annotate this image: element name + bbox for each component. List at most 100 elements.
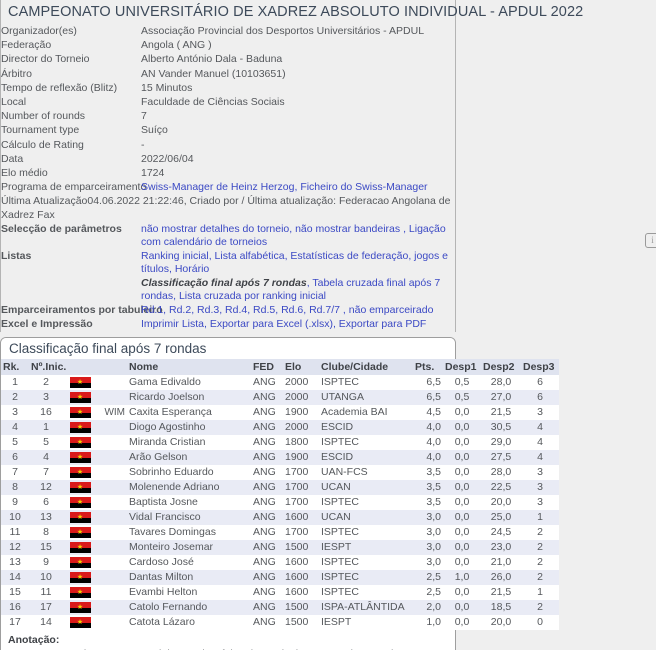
cell-club: ISPA-ATLÂNTIDA (319, 600, 413, 616)
cell-desp3: 4 (521, 435, 559, 451)
cell-player-name[interactable]: Miranda Cristian (127, 435, 251, 451)
table-row[interactable]: 14 10 ★ Dantas Milton ANG 1600 ISPTEC 2,5 1,0 26,… (1, 570, 559, 586)
angola-flag-icon: ★ (69, 512, 91, 524)
cell-elo: 1800 (283, 435, 319, 451)
current-list-link[interactable]: Classificação final após 7 rondas (141, 277, 307, 289)
info-label: Organizador(es) (1, 25, 77, 37)
cell-federation: ANG (251, 480, 283, 496)
cell-elo: 1500 (283, 540, 319, 556)
cell-federation: ANG (251, 435, 283, 451)
cell-player-name[interactable]: Molenende Adriano (127, 480, 251, 496)
cell-player-name[interactable]: Evambi Helton (127, 585, 251, 601)
cell-federation: ANG (251, 600, 283, 616)
column-header-start-number[interactable]: Nº.Inic. (29, 359, 66, 376)
cell-elo: 1700 (283, 525, 319, 541)
pairings-row: Emparceiramentos por tabuleiro Rd.1, Rd.2… (1, 304, 455, 318)
cell-start-number: 14 (29, 615, 63, 631)
excel-print-label: Excel e Impressão (1, 318, 93, 331)
table-row[interactable]: 10 13 ★ Vidal Francisco ANG 1600 UCAN 3,0 0,0 25,… (1, 510, 559, 526)
cell-rank: 10 (1, 510, 29, 526)
cell-desp2: 26,0 (481, 570, 521, 586)
tournament-info-table: Organizador(es) Associação Provincial dos… (1, 25, 455, 332)
parameters-value[interactable]: não mostrar detalhes do torneio, não mos… (141, 223, 455, 250)
cell-elo: 1700 (283, 495, 319, 511)
table-row[interactable]: 6 4 ★ Arão Gelson ANG 1900 ESCID 4,0 0,0 27,5 4 (1, 450, 559, 466)
column-header-name[interactable]: Nome (127, 359, 251, 376)
column-header-rank[interactable]: Rk. (1, 359, 29, 376)
column-header-desp1[interactable]: Desp1 (443, 359, 481, 376)
cell-player-name[interactable]: Baptista Josne (127, 495, 251, 511)
pairing-program-links[interactable]: Swiss-Manager de Heinz Herzog, Ficheiro … (141, 181, 455, 195)
cell-federation: ANG (251, 555, 283, 571)
excel-print-row: Excel e Impressão Imprimir Lista, Exporta… (1, 318, 455, 332)
cell-federation: ANG (251, 525, 283, 541)
cell-rank: 4 (1, 420, 29, 436)
cell-flag: ★ (63, 525, 97, 541)
table-row[interactable]: 13 9 ★ Cardoso José ANG 1600 ISPTEC 3,0 0,0 21,0 2 (1, 555, 559, 571)
cell-club: UAN-FCS (319, 465, 413, 481)
cell-start-number: 10 (29, 570, 63, 586)
cell-player-name[interactable]: Cardoso José (127, 555, 251, 571)
cell-title: WIM (97, 405, 127, 421)
info-value: 2022/06/04 (141, 152, 194, 165)
cell-player-name[interactable]: Catolo Fernando (127, 600, 251, 616)
cell-player-name[interactable]: Vidal Francisco (127, 510, 251, 526)
cell-player-name[interactable]: Tavares Domingas (127, 525, 251, 541)
table-row[interactable]: 16 17 ★ Catolo Fernando ANG 1500 ISPA-ATLÂNTID… (1, 600, 559, 616)
lists-line-2[interactable]: Classificação final após 7 rondas, Tabel… (141, 277, 455, 303)
info-icon[interactable]: i (645, 233, 656, 248)
table-row[interactable]: 2 3 ★ Ricardo Joelson ANG 2000 UTANGA 6,5 0,5 27,… (1, 390, 559, 406)
table-row[interactable]: 4 1 ★ Diogo Agostinho ANG 2000 ESCID 4,0 0,0 30,5… (1, 420, 559, 436)
cell-player-name[interactable]: Diogo Agostinho (127, 420, 251, 436)
lists-line-1[interactable]: Ranking inicial, Lista alfabética, Estat… (141, 250, 455, 276)
cell-desp1: 0,0 (443, 435, 481, 451)
cell-rank: 17 (1, 615, 29, 631)
excel-print-value[interactable]: Imprimir Lista, Exportar para Excel (.xl… (141, 318, 455, 332)
lists-value[interactable]: Ranking inicial, Lista alfabética, Estat… (141, 250, 455, 304)
cell-desp3: 2 (521, 570, 559, 586)
column-header-fed[interactable]: FED (251, 359, 283, 376)
table-row[interactable]: 5 5 ★ Miranda Cristian ANG 1800 ISPTEC 4,0 0,0 29… (1, 435, 559, 451)
cell-desp1: 0,0 (443, 450, 481, 466)
cell-player-name[interactable]: Ricardo Joelson (127, 390, 251, 406)
column-header-desp3[interactable]: Desp3 (521, 359, 559, 376)
pairings-value[interactable]: Rd.1, Rd.2, Rd.3, Rd.4, Rd.5, Rd.6, Rd.7… (141, 304, 455, 318)
cell-player-name[interactable]: Dantas Milton (127, 570, 251, 586)
classification-table-body: 1 2 ★ Gama Edivaldo ANG 2000 ISPTEC 6,5 0,5 28,0 6… (1, 375, 559, 631)
cell-desp2: 29,0 (481, 435, 521, 451)
cell-flag: ★ (63, 600, 97, 616)
cell-player-name[interactable]: Gama Edivaldo (127, 375, 251, 391)
table-row[interactable]: 15 11 ★ Evambi Helton ANG 1600 ISPTEC 2,5 0,0 21,… (1, 585, 559, 601)
info-label: Federação (1, 39, 52, 52)
cell-federation: ANG (251, 450, 283, 466)
table-row[interactable]: 17 14 ★ Catota Lázaro ANG 1500 IESPT 1,0 0,0 20,0… (1, 615, 559, 631)
cell-points: 4,5 (413, 405, 443, 421)
table-row[interactable]: 11 8 ★ Tavares Domingas ANG 1700 ISPTEC 3,0 0,0 2… (1, 525, 559, 541)
cell-title (97, 570, 127, 586)
cell-player-name[interactable]: Monteiro Josemar (127, 540, 251, 556)
table-row[interactable]: 8 12 ★ Molenende Adriano ANG 1700 UCAN 3,5 0,0 22… (1, 480, 559, 496)
cell-rank: 8 (1, 480, 29, 496)
table-row[interactable]: 12 15 ★ Monteiro Josemar ANG 1500 IESPT 3,0 0,0 2… (1, 540, 559, 556)
table-row[interactable]: 1 2 ★ Gama Edivaldo ANG 2000 ISPTEC 6,5 0,5 28,0 6 (1, 375, 559, 391)
column-header-points[interactable]: Pts. (413, 359, 443, 376)
table-row[interactable]: 3 16 ★ WIM Caxita Esperança ANG 1900 Academia B… (1, 405, 559, 421)
cell-elo: 1900 (283, 450, 319, 466)
cell-title (97, 585, 127, 601)
cell-player-name[interactable]: Catota Lázaro (127, 615, 251, 631)
table-row[interactable]: 9 6 ★ Baptista Josne ANG 1700 ISPTEC 3,5 0,0 20,0… (1, 495, 559, 511)
table-row[interactable]: 7 7 ★ Sobrinho Eduardo ANG 1700 UAN-FCS 3,5 0,0 2… (1, 465, 559, 481)
cell-player-name[interactable]: Caxita Esperança (127, 405, 251, 421)
column-header-elo[interactable]: Elo (283, 359, 319, 376)
cell-player-name[interactable]: Arão Gelson (127, 450, 251, 466)
table-header-row: Rk. Nº.Inic. Nome FED Elo Clube/Cidade P… (1, 359, 559, 376)
cell-rank: 16 (1, 600, 29, 616)
pairings-label: Emparceiramentos por tabuleiro (1, 304, 163, 317)
column-header-desp2[interactable]: Desp2 (481, 359, 521, 376)
cell-club: UTANGA (319, 390, 413, 406)
cell-desp3: 2 (521, 540, 559, 556)
column-header-club[interactable]: Clube/Cidade (319, 359, 413, 376)
cell-desp2: 21,5 (481, 585, 521, 601)
cell-player-name[interactable]: Sobrinho Eduardo (127, 465, 251, 481)
cell-rank: 12 (1, 540, 29, 556)
